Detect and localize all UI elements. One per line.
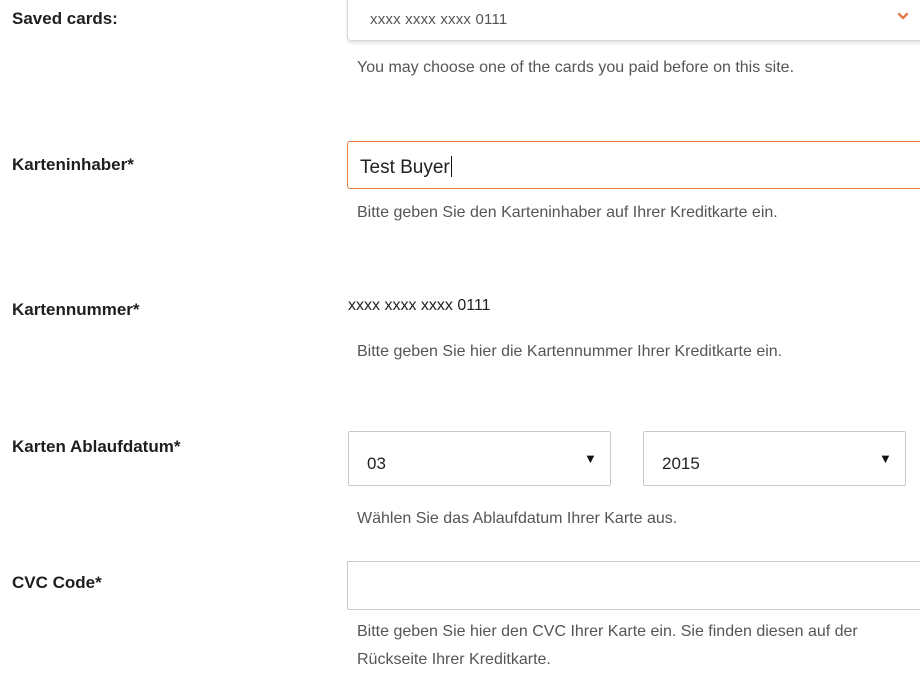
expiry-month-value: 03	[367, 454, 386, 473]
saved-cards-label: Saved cards:	[12, 9, 118, 28]
cvc-input[interactable]	[347, 561, 920, 610]
holder-help: Bitte geben Sie den Karteninhaber auf Ih…	[357, 204, 778, 221]
saved-cards-help: You may choose one of the cards you paid…	[357, 59, 795, 76]
holder-input-value: Test Buyer	[360, 156, 452, 178]
saved-cards-select[interactable]: xxxx xxxx xxxx 0111	[347, 0, 920, 41]
expiry-help: Wählen Sie das Ablaufdatum Ihrer Karte a…	[357, 510, 678, 527]
expiry-year-select[interactable]: 2015 ▼	[643, 431, 906, 486]
cvc-help: Bitte geben Sie hier den CVC Ihrer Karte…	[357, 623, 858, 668]
card-number-help: Bitte geben Sie hier die Kartennummer Ih…	[357, 343, 783, 360]
triangle-down-icon: ▼	[584, 451, 597, 466]
cvc-label: CVC Code*	[12, 573, 102, 592]
expiry-year-value: 2015	[662, 454, 700, 473]
holder-label: Karteninhaber*	[12, 155, 134, 174]
expiry-label: Karten Ablaufdatum*	[12, 437, 181, 456]
text-caret	[450, 156, 452, 177]
holder-input[interactable]: Test Buyer	[347, 141, 920, 189]
expiry-month-select[interactable]: 03 ▼	[348, 431, 611, 486]
card-number-label: Kartennummer*	[12, 300, 140, 319]
triangle-down-icon: ▼	[879, 451, 892, 466]
saved-cards-selected-value: xxxx xxxx xxxx 0111	[370, 11, 508, 28]
card-number-value: xxxx xxxx xxxx 0111	[348, 297, 491, 314]
chevron-down-icon	[897, 12, 909, 20]
